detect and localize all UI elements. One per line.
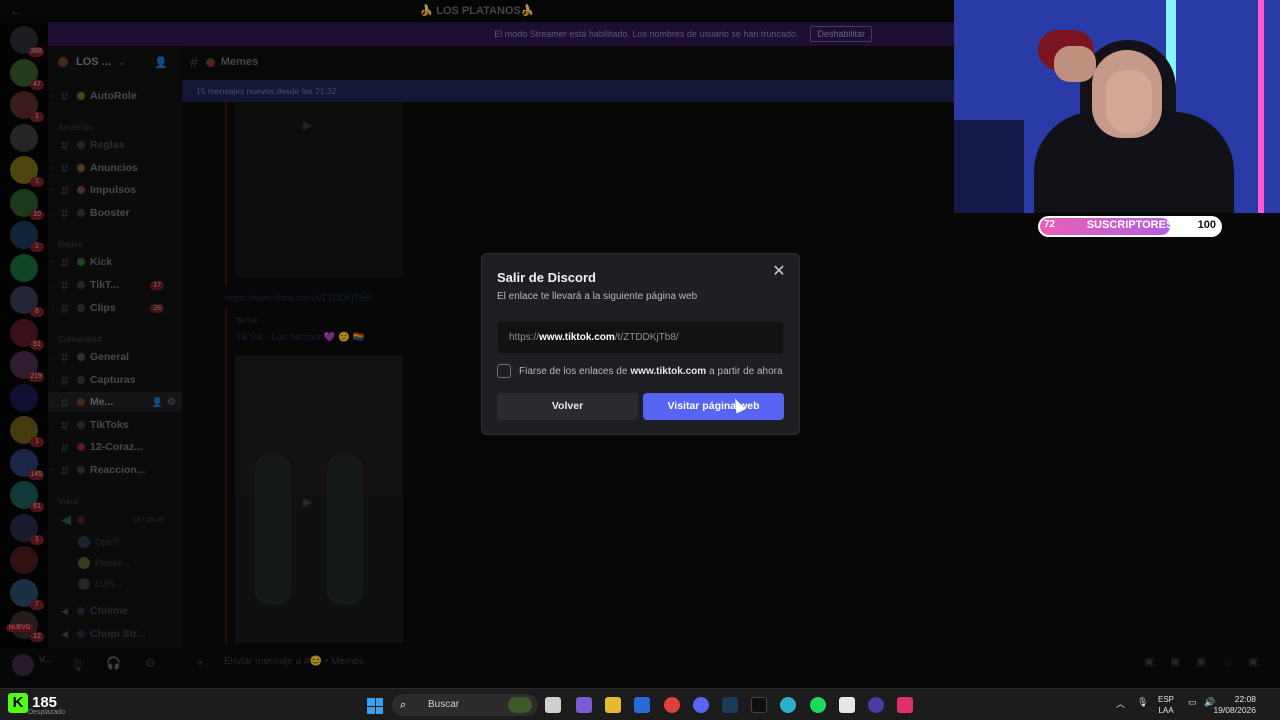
store-icon[interactable] (634, 697, 650, 713)
tray-chevron-icon[interactable]: ︿ (1116, 697, 1125, 710)
modal-title: Salir de Discord (497, 270, 596, 285)
language-code: ESP (1158, 695, 1175, 704)
url-path: /t/ZTDDKjTb8/ (614, 332, 679, 343)
discord-icon[interactable] (693, 697, 709, 713)
windows-start-icon[interactable] (367, 698, 383, 714)
webcam-feed (954, 0, 1280, 213)
url-domain: www.tiktok.com (539, 332, 615, 343)
steam-icon[interactable] (722, 697, 738, 713)
visit-website-button[interactable]: Visitar página web (643, 393, 784, 420)
trust-suffix: a partir de ahora (709, 365, 783, 377)
modal-subtitle: El enlace te llevará a la siguiente pági… (497, 291, 698, 302)
url-prefix: https:// (509, 332, 540, 343)
weather-widget-icon[interactable] (508, 697, 532, 713)
system-clock[interactable]: 22:08 19/08/2026 (1196, 694, 1256, 716)
search-icon: ⌕ (400, 699, 407, 711)
edge-icon[interactable] (780, 697, 796, 713)
kick-status: Desplazado (28, 709, 65, 716)
clock-date: 19/08/2026 (1213, 705, 1256, 715)
close-icon[interactable]: ✕ (771, 264, 787, 280)
spotify-icon[interactable] (810, 697, 826, 713)
subscriber-goal: 100 (1197, 219, 1216, 231)
obs-icon[interactable] (664, 697, 680, 713)
url-display: https://www.tiktok.com/t/ZTDDKjTb8/ (497, 321, 784, 354)
search-placeholder: Buscar (428, 699, 460, 710)
language-indicator[interactable]: ESP LAA (1158, 694, 1174, 716)
task-view-icon[interactable] (545, 697, 561, 713)
led-light (1258, 0, 1264, 213)
screen: ← 🍌 LOS PLATANOS🍌 El modo Streamer está … (0, 0, 1280, 720)
capcut-editor-icon[interactable] (839, 697, 855, 713)
kick-logo-icon: K (8, 693, 28, 713)
keyboard-layout: LAA (1158, 706, 1174, 715)
trust-prefix: Fiarse de los enlaces de (519, 365, 628, 377)
subscriber-label: SUSCRIPTORES (1086, 219, 1174, 231)
trust-domain: www.tiktok.com (630, 365, 707, 377)
copilot-icon[interactable] (576, 697, 592, 713)
tiktok-live-icon[interactable] (897, 697, 913, 713)
file-explorer-icon[interactable] (605, 697, 621, 713)
leave-discord-modal: Salir de Discord El enlace te llevará a … (481, 253, 800, 435)
clock-time: 22:08 (1234, 694, 1256, 704)
subscriber-goal-bar: 72 SUSCRIPTORES 100 (1038, 216, 1222, 237)
trust-domain-option[interactable]: Fiarse de los enlaces de www.tiktok.com … (497, 364, 783, 378)
microphone-tray-icon[interactable]: 🎙 (1137, 697, 1148, 708)
streaming-app-icon[interactable] (868, 697, 884, 713)
taskbar: K 185 Desplazado ⌕ Buscar ︿ 🎙 ESP LAA ▭ … (0, 688, 1280, 720)
trust-checkbox[interactable] (497, 364, 511, 378)
capcut-icon[interactable] (751, 697, 767, 713)
kick-widget: K 185 Desplazado (8, 693, 65, 716)
back-button[interactable]: Volver (497, 393, 638, 420)
